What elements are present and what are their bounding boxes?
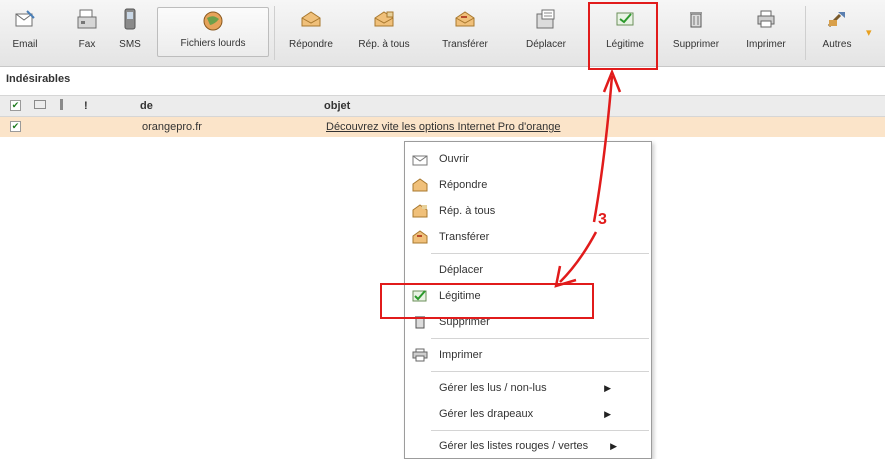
reply-icon — [411, 177, 429, 193]
forward-icon — [452, 7, 478, 31]
menu-separator — [431, 253, 649, 254]
menu-item-gerer-lus[interactable]: Gérer les lus / non-lus ▶ — [405, 376, 651, 400]
menu-item-repondre[interactable]: Répondre — [405, 173, 651, 197]
toolbar-legitime-highlight — [588, 2, 658, 70]
forward-icon — [411, 229, 429, 245]
toolbar-separator — [274, 6, 275, 60]
menu-item-ouvrir[interactable]: Ouvrir — [405, 147, 651, 171]
chevron-down-icon[interactable]: ▾ — [866, 26, 872, 39]
toolbar: Email Fax SMS Fichiers lourds Répondre R… — [0, 0, 885, 67]
menu-item-transferer[interactable]: Transférer — [405, 225, 651, 249]
table-row[interactable]: ✔ orangepro.fr Découvrez vite les option… — [0, 117, 885, 137]
message-subject[interactable]: Découvrez vite les options Internet Pro … — [326, 121, 560, 133]
deplacer-button[interactable]: Déplacer — [517, 4, 575, 62]
email-icon — [12, 7, 38, 31]
menu-item-gerer-drapeaux[interactable]: Gérer les drapeaux ▶ — [405, 402, 651, 426]
trash-icon — [683, 7, 709, 31]
from-column-header[interactable]: de — [140, 100, 153, 112]
menu-item-rep-tous[interactable]: Rép. à tous — [405, 199, 651, 223]
fax-button[interactable]: Fax — [70, 4, 104, 62]
toolbar-separator — [805, 6, 806, 60]
menu-separator — [431, 430, 649, 431]
repondre-button[interactable]: Répondre — [280, 4, 342, 62]
transferer-button[interactable]: Transférer — [433, 4, 497, 62]
step-number-label: 3 — [598, 211, 607, 228]
fax-icon — [74, 7, 100, 31]
subject-column-header[interactable]: objet — [324, 100, 350, 112]
folder-title: Indésirables — [6, 73, 71, 85]
tools-icon — [824, 7, 850, 31]
message-list-header: ✔ ! de objet — [0, 95, 885, 117]
menu-separator — [431, 338, 649, 339]
priority-column-header[interactable]: ! — [84, 100, 88, 112]
autres-button[interactable]: Autres — [812, 4, 862, 62]
submenu-arrow-icon: ▶ — [610, 440, 617, 451]
message-from: orangepro.fr — [142, 121, 202, 133]
email-button[interactable]: Email — [8, 4, 42, 62]
reply-icon — [298, 7, 324, 31]
reply-all-icon — [411, 203, 429, 219]
menu-item-gerer-listes[interactable]: Gérer les listes rouges / vertes ▶ — [405, 434, 651, 458]
move-folder-icon — [533, 7, 559, 31]
menu-item-imprimer[interactable]: Imprimer — [405, 343, 651, 367]
supprimer-button[interactable]: Supprimer — [664, 4, 728, 62]
row-checkbox[interactable]: ✔ — [10, 121, 21, 132]
printer-icon — [411, 347, 429, 363]
envelope-column-icon[interactable] — [34, 100, 46, 109]
fichiers-lourds-button[interactable]: Fichiers lourds — [157, 7, 269, 57]
printer-icon — [753, 7, 779, 31]
rep-tous-button[interactable]: Rép. à tous — [353, 4, 415, 62]
submenu-arrow-icon: ▶ — [604, 382, 611, 393]
globe-icon — [202, 10, 224, 32]
submenu-arrow-icon: ▶ — [604, 408, 611, 419]
menu-separator — [431, 371, 649, 372]
attachment-column-icon[interactable] — [60, 99, 63, 110]
reply-all-icon — [371, 7, 397, 31]
select-all-checkbox[interactable]: ✔ — [10, 100, 21, 111]
phone-icon — [117, 7, 143, 31]
menu-legitime-highlight — [380, 283, 594, 319]
imprimer-button[interactable]: Imprimer — [740, 4, 792, 62]
open-envelope-icon — [411, 151, 429, 167]
menu-item-deplacer[interactable]: Déplacer — [405, 258, 651, 282]
sms-button[interactable]: SMS — [114, 4, 146, 62]
